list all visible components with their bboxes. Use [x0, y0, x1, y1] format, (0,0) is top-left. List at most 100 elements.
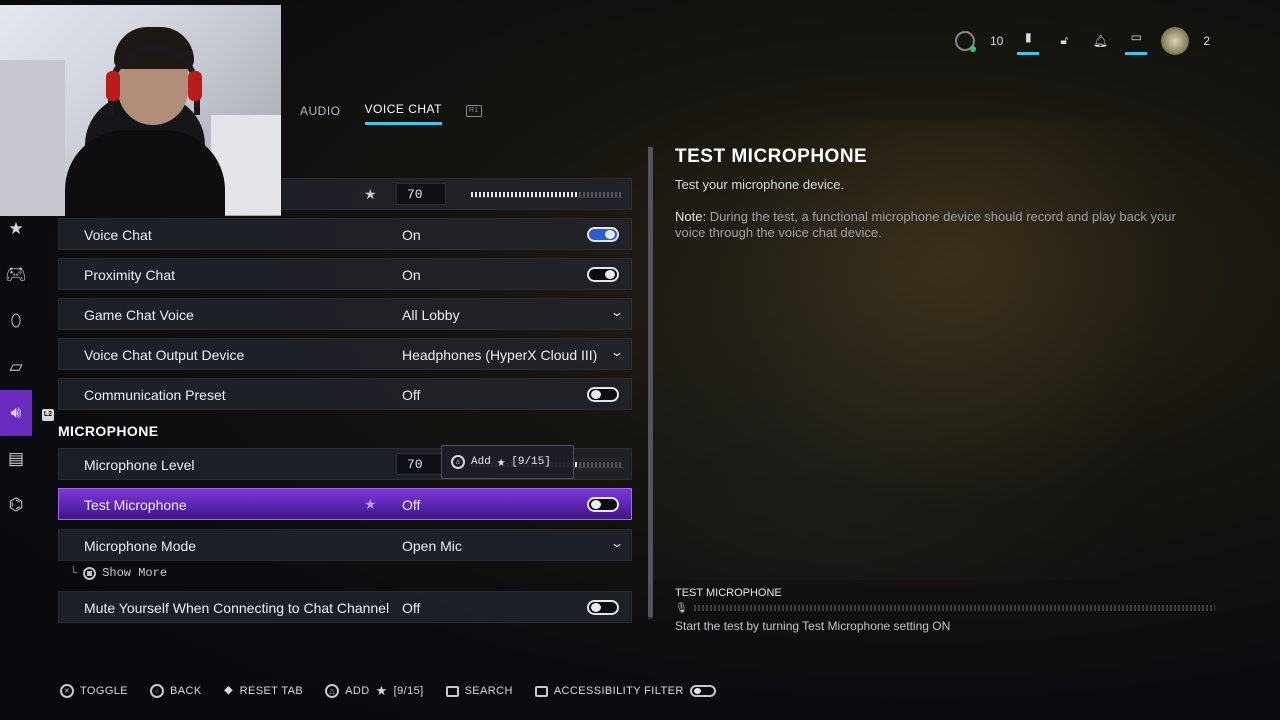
favorite-star-icon[interactable]: ★ — [364, 496, 377, 513]
slider-value[interactable]: 70 — [396, 453, 446, 475]
settings-sidebar: ★ 🎮︎ ⬯ ▱ 🔊︎ ▤ ⌬ — [0, 206, 32, 528]
accessibility-filter-toggle[interactable] — [689, 685, 716, 697]
setting-value: Off — [402, 497, 421, 513]
list-scrollbar[interactable] — [648, 147, 653, 619]
star-icon: ★ — [496, 454, 506, 471]
interface-icon[interactable]: ▤ — [0, 436, 32, 482]
setting-value: Off — [402, 600, 421, 616]
lock-icon[interactable]: 🔓︎ — [1053, 30, 1075, 52]
setting-label: Communication Preset — [84, 387, 226, 403]
slider-fill — [471, 192, 578, 197]
add-favorite-prompt[interactable]: △ ADD ★ [9/15] — [325, 683, 423, 699]
setting-label: Microphone Level — [84, 457, 195, 473]
bell-icon[interactable]: 🔔︎ — [1089, 30, 1111, 52]
toggle-label: TOGGLE — [80, 685, 129, 697]
show-more-link[interactable]: └ Show More — [70, 566, 167, 580]
tooltip-add-label: Add — [471, 456, 491, 468]
setting-value: On — [402, 227, 421, 243]
audio-speaker-icon[interactable]: 🔊︎ — [0, 390, 32, 436]
mic-level-meter: 🎙︎ — [675, 602, 1215, 614]
proximity-chat-toggle[interactable] — [587, 267, 619, 282]
communication-preset-toggle[interactable] — [587, 387, 619, 402]
add-favorite-tooltip: △ Add ★ [9/15] — [441, 445, 574, 479]
reset-tab-prompt[interactable]: ⯁ RESET TAB — [224, 684, 304, 699]
meter-bar — [693, 605, 1215, 611]
note-label: Note: — [675, 209, 707, 224]
tab-audio[interactable]: AUDIO — [300, 104, 341, 124]
controller-icon[interactable]: 🎮︎ — [0, 252, 32, 298]
settings-tabs: AUDIO VOICE CHAT R1 — [300, 102, 482, 125]
setting-label: Proximity Chat — [84, 267, 176, 283]
button-prompts-footer: ✕ TOGGLE ○ BACK ⯁ RESET TAB △ ADD ★ [9/15] SEA… — [60, 683, 716, 699]
r1-button-icon: R1 — [465, 104, 482, 117]
scrollbar-thumb[interactable] — [648, 147, 653, 617]
favorite-star-icon[interactable]: ★ — [364, 186, 377, 203]
top-hud: 10 ▮ 🔓︎ 🔔︎ ▭ 2 — [954, 26, 1210, 55]
mic-meter-description: Start the test by turning Test Microphon… — [675, 619, 951, 633]
tooltip-count: [9/15] — [511, 456, 551, 468]
cross-button-icon: ✕ — [60, 684, 74, 698]
setting-label: Mute Yourself When Connecting to Chat Ch… — [84, 600, 390, 616]
setting-value: Headphones (HyperX Cloud III) — [402, 347, 598, 363]
r3-monitor-icon[interactable]: ▭ — [1125, 26, 1148, 55]
toggle-prompt[interactable]: ✕ TOGGLE — [60, 684, 128, 698]
setting-row-voice-chat[interactable]: Voice Chat On — [58, 218, 632, 250]
setting-value: Open Mic — [402, 538, 462, 554]
microphone-icon: 🎙︎ — [675, 602, 688, 614]
add-label: ADD — [345, 685, 370, 697]
setting-row-microphone-mode[interactable]: Microphone Mode Open Mic ⌄ — [58, 529, 632, 561]
party-count: 2 — [1203, 33, 1210, 48]
mic-meter-title: TEST MICROPHONE — [675, 587, 782, 599]
chevron-down-icon[interactable]: ⌄ — [610, 305, 624, 319]
tab-voice-chat[interactable]: VOICE CHAT — [364, 102, 442, 125]
webcam-overlay — [0, 5, 281, 216]
setting-value: Off — [402, 387, 421, 403]
triangle-button-icon: △ — [325, 684, 340, 698]
search-label: SEARCH — [464, 685, 513, 697]
setting-row-communication-preset[interactable]: Communication Preset Off — [58, 378, 632, 410]
square-button-icon — [83, 566, 97, 580]
r2-button-icon — [534, 685, 548, 697]
back-prompt[interactable]: ○ BACK — [150, 684, 202, 698]
setting-label: Voice Chat — [84, 227, 152, 243]
setting-row-game-chat-voice[interactable]: Game Chat Voice All Lobby ⌄ — [58, 298, 632, 330]
setting-row-output-device[interactable]: Voice Chat Output Device Headphones (Hyp… — [58, 338, 632, 370]
show-more-label: Show More — [102, 566, 168, 580]
chevron-down-icon[interactable]: ⌄ — [610, 536, 624, 550]
test-microphone-toggle[interactable] — [587, 497, 619, 512]
setting-label: Game Chat Voice — [84, 307, 194, 323]
detail-description: Test your microphone device. — [675, 177, 845, 192]
star-icon: ★ — [375, 683, 388, 698]
slider-track[interactable] — [471, 192, 623, 198]
setting-value: On — [402, 267, 421, 283]
l3-stick-icon: ⯁ — [223, 683, 234, 698]
section-title-microphone: MICROPHONE — [58, 423, 159, 439]
add-count: [9/15] — [393, 685, 424, 697]
detail-title: TEST MICROPHONE — [675, 146, 868, 167]
chevron-down-icon[interactable]: ⌄ — [610, 345, 624, 359]
touchpad-icon — [445, 685, 459, 697]
setting-label: Microphone Mode — [84, 538, 197, 554]
back-label: BACK — [170, 685, 202, 697]
graphics-icon[interactable]: ▱ — [0, 344, 32, 390]
setting-row-test-microphone[interactable]: Test Microphone ★ Off — [58, 488, 632, 520]
accessibility-label: ACCESSIBILITY FILTER — [553, 685, 684, 697]
slider-value[interactable]: 70 — [396, 183, 446, 205]
branch-icon: └ — [70, 566, 78, 580]
mute-yourself-toggle[interactable] — [587, 600, 619, 615]
setting-label: Test Microphone — [84, 497, 187, 513]
setting-label: Voice Chat Output Device — [84, 347, 245, 363]
player-emblem-icon[interactable] — [1161, 26, 1190, 55]
search-prompt[interactable]: SEARCH — [445, 685, 513, 697]
circle-button-icon: ○ — [150, 684, 165, 698]
setting-row-proximity-chat[interactable]: Proximity Chat On — [58, 258, 632, 290]
setting-row-mute-yourself[interactable]: Mute Yourself When Connecting to Chat Ch… — [58, 591, 632, 623]
l2-button-icon: L2 — [42, 409, 54, 421]
voice-chat-toggle[interactable] — [587, 227, 619, 242]
note-text: During the test, a functional microphone… — [675, 209, 1176, 240]
detail-note: Note: During the test, a functional micr… — [675, 209, 1205, 241]
controller-icon[interactable]: ▮ — [1017, 26, 1040, 55]
accessibility-filter-prompt[interactable]: ACCESSIBILITY FILTER — [534, 685, 716, 697]
mouse-icon[interactable]: ⬯ — [0, 298, 32, 344]
network-icon[interactable]: ⌬ — [0, 482, 32, 528]
